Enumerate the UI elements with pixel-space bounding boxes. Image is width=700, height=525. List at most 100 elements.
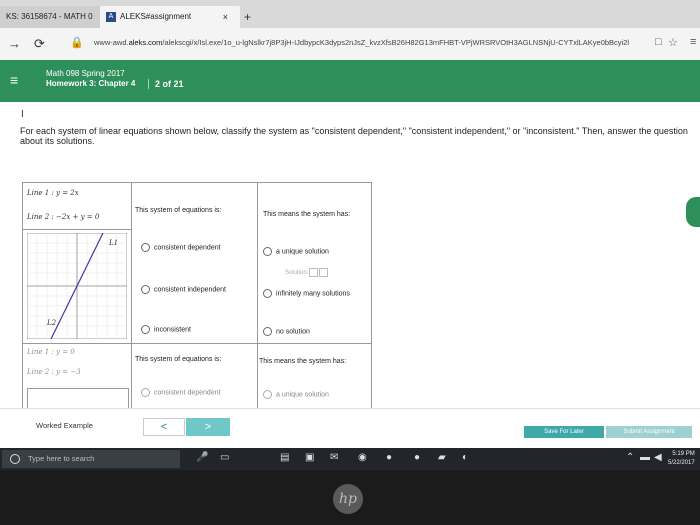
battery-icon[interactable]: ▬ — [640, 452, 650, 463]
volume-icon[interactable]: ◀ — [654, 452, 662, 463]
clock-time: 5:19 PM — [672, 451, 695, 457]
screen: KS: 36158674 - MATH 0 A ALEKS#assignment … — [0, 0, 700, 470]
system-1-graph: L1 L2 — [27, 233, 127, 339]
question-area: I For each system of linear equations sh… — [0, 102, 700, 454]
column-divider — [257, 183, 258, 343]
microphone-icon[interactable]: 🎤 — [196, 452, 208, 463]
previous-button[interactable]: < — [143, 418, 185, 436]
system-2-line-2: Line 2 : y = −3 — [27, 368, 81, 376]
lock-icon: 🔒 — [70, 37, 84, 49]
system-1-line-1: Line 1 : y = 2x — [27, 189, 79, 197]
radio-button[interactable] — [141, 388, 150, 397]
url-prefix: www-awd. — [94, 38, 129, 47]
system-2-equations: Line 1 : y = 0 Line 2 : y = −3 — [23, 344, 132, 384]
bottom-toolbar: Worked Example < > Save For Later Submit… — [0, 408, 700, 449]
url-field[interactable]: www-awd.aleks.com/alekscgi/x/Isl.exe/1o_… — [94, 38, 649, 47]
option-label: consistent dependent — [154, 244, 221, 252]
reader-icon[interactable]: □ — [655, 36, 662, 48]
system-1-equations: Line 1 : y = 2x Line 2 : −2x + y = 0 — [23, 183, 132, 230]
radio-button[interactable] — [141, 285, 150, 294]
option-infinitely-many[interactable]: infinitely many solutions — [263, 289, 350, 298]
save-for-later-button[interactable]: Save For Later — [524, 426, 604, 438]
column-divider — [131, 183, 132, 343]
tab-math[interactable]: KS: 36158674 - MATH 0 — [0, 6, 100, 28]
next-button[interactable]: > — [186, 418, 230, 436]
tab-label: ALEKS#assignment — [120, 12, 192, 21]
radio-button[interactable] — [141, 243, 150, 252]
question-instructions: For each system of linear equations show… — [20, 126, 688, 146]
radio-button[interactable] — [263, 289, 272, 298]
address-bar: → ⟳ 🔒 www-awd.aleks.com/alekscgi/x/Isl.e… — [0, 28, 700, 61]
clock-date: 5/22/2017 — [668, 460, 695, 466]
solution-y-box[interactable] — [319, 268, 329, 277]
windows-taskbar: Type here to search 🎤 ▭ ▤ ▣ ✉ ◉ ● ● ▰ ◐ … — [0, 448, 700, 470]
refresh-icon[interactable]: ⟳ — [34, 36, 45, 52]
store-icon[interactable]: ▣ — [305, 452, 314, 463]
option-label: a unique solution — [276, 391, 329, 399]
worked-example-link[interactable]: Worked Example — [36, 421, 93, 430]
option-unique-solution[interactable]: a unique solution — [263, 390, 329, 399]
graph-label-l1: L1 — [108, 239, 118, 247]
solution-input[interactable]: Solution: — [285, 268, 329, 277]
taskbar-search[interactable]: Type here to search — [2, 450, 180, 468]
course-info: Math 098 Spring 2017 Homework 3: Chapter… — [46, 69, 135, 89]
option-consistent-independent[interactable]: consistent independent — [141, 285, 226, 294]
option-label: a unique solution — [276, 248, 329, 256]
forward-icon[interactable]: → — [8, 36, 21, 51]
option-label: inconsistent — [154, 326, 191, 334]
option-label: consistent independent — [154, 286, 226, 294]
solution-x-box[interactable] — [309, 268, 319, 277]
classification-header: This system of equations is: — [135, 207, 222, 214]
option-consistent-dependent[interactable]: consistent dependent — [141, 243, 221, 252]
problem-table: Line 1 : y = 2x Line 2 : −2x + y = 0 Thi… — [22, 182, 372, 424]
question-counter: 2 of 21 — [148, 79, 184, 89]
option-label: no solution — [276, 328, 310, 336]
close-icon[interactable]: × — [223, 6, 228, 28]
submit-assignment-button[interactable]: Submit Assignment — [606, 426, 692, 438]
system-clock[interactable]: 5:19 PM 5/22/2017 — [668, 450, 695, 468]
media-icon[interactable]: ▰ — [438, 452, 446, 463]
file-explorer-icon[interactable]: ▤ — [280, 452, 289, 463]
option-consistent-dependent[interactable]: consistent dependent — [141, 388, 221, 397]
aleks-logo-icon: A — [106, 11, 116, 22]
app-icon[interactable]: ◐ — [462, 452, 468, 463]
radio-button[interactable] — [141, 325, 150, 334]
new-tab-button[interactable]: + — [244, 6, 251, 28]
url-path: /alekscgi/x/Isl.exe/1o_u-lgNslkr7j8P3jH-… — [162, 38, 630, 47]
mail-icon[interactable]: ✉ — [330, 452, 338, 463]
skype-icon[interactable]: ● — [414, 452, 420, 463]
system-1-row: Line 1 : y = 2x Line 2 : −2x + y = 0 Thi… — [23, 183, 371, 344]
graph-label-l2: L2 — [46, 319, 57, 327]
cortana-icon — [10, 454, 20, 464]
side-panel-tab[interactable] — [686, 197, 700, 227]
url-domain: aleks.com — [128, 38, 163, 47]
solutions-header: This means the system has: — [259, 358, 347, 365]
classification-header: This system of equations is: — [135, 356, 222, 363]
solution-label: Solution: — [285, 270, 309, 277]
tab-label: KS: 36158674 - MATH 0 — [6, 12, 93, 21]
task-view-icon[interactable]: ▭ — [220, 452, 229, 463]
option-label: consistent dependent — [154, 389, 221, 397]
system-1-line-2: Line 2 : −2x + y = 0 — [27, 213, 100, 221]
option-no-solution[interactable]: no solution — [263, 327, 310, 336]
system-2-line-1: Line 1 : y = 0 — [27, 348, 75, 356]
hp-app-icon[interactable]: ● — [386, 452, 392, 463]
option-inconsistent[interactable]: inconsistent — [141, 325, 191, 334]
tab-aleks[interactable]: A ALEKS#assignment × — [100, 6, 240, 28]
menu-icon[interactable]: ≡ — [690, 36, 696, 48]
tray-chevron-icon[interactable]: ⌃ — [626, 452, 634, 463]
radio-button[interactable] — [263, 247, 272, 256]
option-unique-solution[interactable]: a unique solution — [263, 247, 329, 256]
solutions-header: This means the system has: — [263, 211, 351, 218]
hp-logo: hp — [333, 484, 363, 514]
chrome-icon[interactable]: ◉ — [358, 452, 367, 463]
radio-button[interactable] — [263, 327, 272, 336]
homework-name: Homework 3: Chapter 4 — [46, 79, 136, 88]
aleks-header: ≡ Math 098 Spring 2017 Homework 3: Chapt… — [0, 60, 700, 102]
search-placeholder: Type here to search — [28, 454, 95, 463]
radio-button[interactable] — [263, 390, 272, 399]
hamburger-icon[interactable]: ≡ — [10, 72, 18, 88]
option-label: infinitely many solutions — [276, 290, 350, 298]
browser-tab-bar: KS: 36158674 - MATH 0 A ALEKS#assignment … — [0, 0, 700, 28]
bookmark-icon[interactable]: ☆ — [668, 36, 678, 49]
